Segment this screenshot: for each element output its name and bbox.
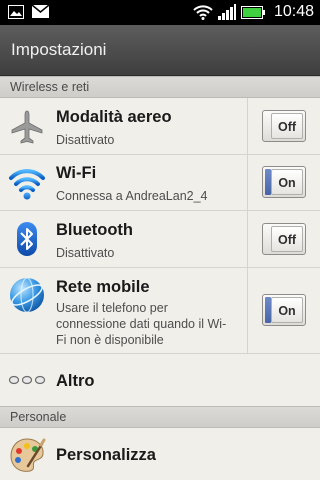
toggle-label: Off [271,113,303,139]
airplane-mode-row[interactable]: Modalità aereo Disattivato Off [0,98,320,155]
status-time: 10:48 [273,3,314,20]
section-header-personal: Personale [0,406,320,428]
airplane-mode-status: Disattivato [56,133,115,147]
page-title: Impostazioni [11,40,107,59]
mobile-network-toggle[interactable]: On [262,294,306,326]
personalize-row[interactable]: Personalizza [0,428,320,480]
more-title: Altro [56,372,95,390]
row-divider [247,268,248,353]
mobile-network-row[interactable]: Rete mobile Usare il telefono per connes… [0,268,320,354]
airplane-mode-toggle[interactable]: Off [262,110,306,142]
bluetooth-row[interactable]: Bluetooth Disattivato Off [0,211,320,268]
bluetooth-toggle[interactable]: Off [262,223,306,255]
airplane-mode-title: Modalità aereo [56,108,172,126]
palette-icon [10,438,46,472]
section-label: Personale [10,410,67,424]
bluetooth-title: Bluetooth [56,221,133,239]
more-dots-icon [8,375,46,385]
globe-icon [10,277,44,313]
row-divider [247,155,248,210]
wifi-status: Connessa a AndreaLan2_4 [56,189,208,203]
wifi-toggle[interactable]: On [262,166,306,198]
battery-icon [240,5,265,19]
mail-notification-icon [32,5,49,18]
wifi-row[interactable]: Wi-Fi Connessa a AndreaLan2_4 On [0,155,320,211]
bluetooth-icon [17,222,37,256]
image-notification-icon [8,5,24,19]
cell-signal-icon [217,4,236,20]
toggle-label: Off [271,226,303,252]
row-divider [247,211,248,267]
personalize-title: Personalizza [56,446,156,464]
toggle-label: On [271,297,303,323]
wifi-signal-icon [193,5,213,20]
toggle-label: On [271,169,303,195]
more-row[interactable]: Altro [0,354,320,406]
mobile-network-description: Usare il telefono per connessione dati q… [56,301,227,347]
wifi-icon [9,169,45,200]
bluetooth-status: Disattivato [56,246,115,260]
wifi-title: Wi-Fi [56,164,97,182]
mobile-network-title: Rete mobile [56,278,150,296]
row-divider [247,98,248,154]
section-header-wireless: Wireless e reti [0,76,320,98]
status-bar: 10:48 [0,0,320,25]
section-label: Wireless e reti [10,80,90,94]
airplane-icon [11,110,43,144]
app-header: Impostazioni [0,25,320,76]
